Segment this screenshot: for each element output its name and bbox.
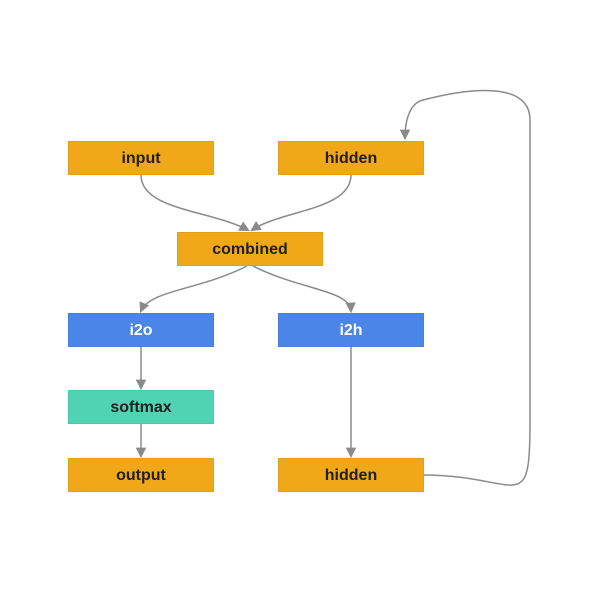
edge-hidden-combined: [252, 175, 351, 230]
node-label: combined: [212, 241, 288, 258]
diagram-canvas: input hidden combined i2o i2h softmax ou…: [0, 0, 600, 600]
node-i2h: i2h: [278, 313, 424, 347]
node-label: input: [121, 150, 160, 167]
edge-input-combined: [141, 175, 248, 230]
edge-combined-i2o: [141, 266, 247, 311]
node-label: output: [116, 467, 166, 484]
node-hidden-bottom: hidden: [278, 458, 424, 492]
node-i2o: i2o: [68, 313, 214, 347]
node-label: hidden: [325, 150, 377, 167]
node-softmax: softmax: [68, 390, 214, 424]
node-label: i2o: [129, 322, 152, 339]
node-combined: combined: [177, 232, 323, 266]
node-label: i2h: [339, 322, 362, 339]
edges-layer: [0, 0, 600, 600]
edge-combined-i2h: [253, 266, 351, 311]
node-output: output: [68, 458, 214, 492]
node-label: hidden: [325, 467, 377, 484]
node-hidden-top: hidden: [278, 141, 424, 175]
node-label: softmax: [110, 399, 171, 416]
node-input: input: [68, 141, 214, 175]
